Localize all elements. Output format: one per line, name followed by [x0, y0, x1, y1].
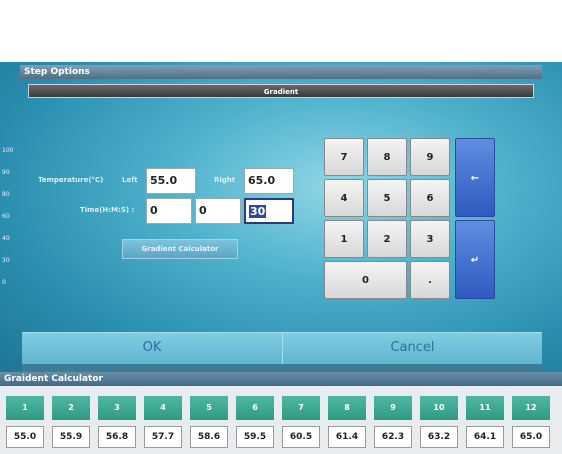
time-label: Time(H:M:S) : [80, 206, 135, 214]
enter-button[interactable]: ↵ [455, 220, 495, 299]
calculator-index-cell: 6 [236, 396, 274, 420]
time-hours-input[interactable]: 0 [146, 198, 192, 224]
tick-label: 30 [2, 257, 10, 264]
tick-label: 80 [2, 191, 10, 198]
time-seconds-input[interactable]: 30 [244, 198, 294, 224]
key-1[interactable]: 1 [324, 220, 364, 258]
calculator-value-cell: 64.1 [466, 426, 504, 448]
gradient-calculator-panel: Graident Calculator 1 2 3 4 5 6 7 8 9 10 11 12 55.0… [0, 372, 562, 454]
calculator-index-cell: 11 [466, 396, 504, 420]
key-6[interactable]: 6 [410, 179, 450, 217]
backspace-button[interactable]: ← [455, 138, 495, 217]
background-axis-ticks: 100 90 80 60 40 30 0 [2, 147, 22, 301]
key-0[interactable]: 0 [324, 261, 407, 299]
calculator-value-cell: 57.7 [144, 426, 182, 448]
calculator-value-cell: 55.0 [6, 426, 44, 448]
key-decimal[interactable]: . [410, 261, 450, 299]
key-8[interactable]: 8 [367, 138, 407, 176]
key-7[interactable]: 7 [324, 138, 364, 176]
calculator-value-cell: 61.4 [328, 426, 366, 448]
calculator-index-cell: 7 [282, 396, 320, 420]
calculator-value-cell: 62.3 [374, 426, 412, 448]
calculator-value-cell: 58.6 [190, 426, 228, 448]
calculator-value-cell: 56.8 [98, 426, 136, 448]
selected-text: 30 [249, 205, 267, 218]
right-label: Right [214, 176, 236, 184]
calculator-index-cell: 12 [512, 396, 550, 420]
right-temperature-input[interactable]: 65.0 [244, 168, 294, 194]
calculator-value-cell: 65.0 [512, 426, 550, 448]
calculator-title: Graident Calculator [0, 372, 562, 386]
gradient-calculator-button[interactable]: Gradient Calculator [122, 239, 238, 259]
temperature-label: Temperature(°C) [38, 176, 104, 184]
tick-label: 60 [2, 213, 10, 220]
calculator-value-cell: 60.5 [282, 426, 320, 448]
arrow-left-icon: ← [470, 173, 480, 184]
calculator-index-cell: 1 [6, 396, 44, 420]
key-9[interactable]: 9 [410, 138, 450, 176]
tick-label: 100 [2, 147, 14, 154]
tick-label: 90 [2, 169, 10, 176]
tick-label: 0 [2, 279, 6, 286]
calculator-index-cell: 8 [328, 396, 366, 420]
step-options-screen: Step Options Gradient 100 90 80 60 40 30… [0, 62, 562, 372]
key-4[interactable]: 4 [324, 179, 364, 217]
calculator-index-cell: 9 [374, 396, 412, 420]
calculator-index-cell: 3 [98, 396, 136, 420]
calculator-index-cell: 4 [144, 396, 182, 420]
calculator-value-cell: 55.9 [52, 426, 90, 448]
cancel-button[interactable]: Cancel [283, 332, 542, 364]
divider-strip [22, 364, 542, 372]
key-5[interactable]: 5 [367, 179, 407, 217]
calculator-value-cell: 63.2 [420, 426, 458, 448]
left-temperature-input[interactable]: 55.0 [146, 168, 196, 194]
ok-button[interactable]: OK [22, 332, 283, 364]
calculator-index-cell: 5 [190, 396, 228, 420]
enter-icon: ↵ [470, 255, 480, 266]
calculator-index-cell: 2 [52, 396, 90, 420]
gradient-section-header: Gradient [28, 84, 534, 98]
tick-label: 40 [2, 235, 10, 242]
time-minutes-input[interactable]: 0 [195, 198, 241, 224]
dialog-title: Step Options [20, 65, 542, 79]
calculator-value-cell: 59.5 [236, 426, 274, 448]
key-2[interactable]: 2 [367, 220, 407, 258]
calculator-index-cell: 10 [420, 396, 458, 420]
left-label: Left [122, 176, 138, 184]
key-3[interactable]: 3 [410, 220, 450, 258]
